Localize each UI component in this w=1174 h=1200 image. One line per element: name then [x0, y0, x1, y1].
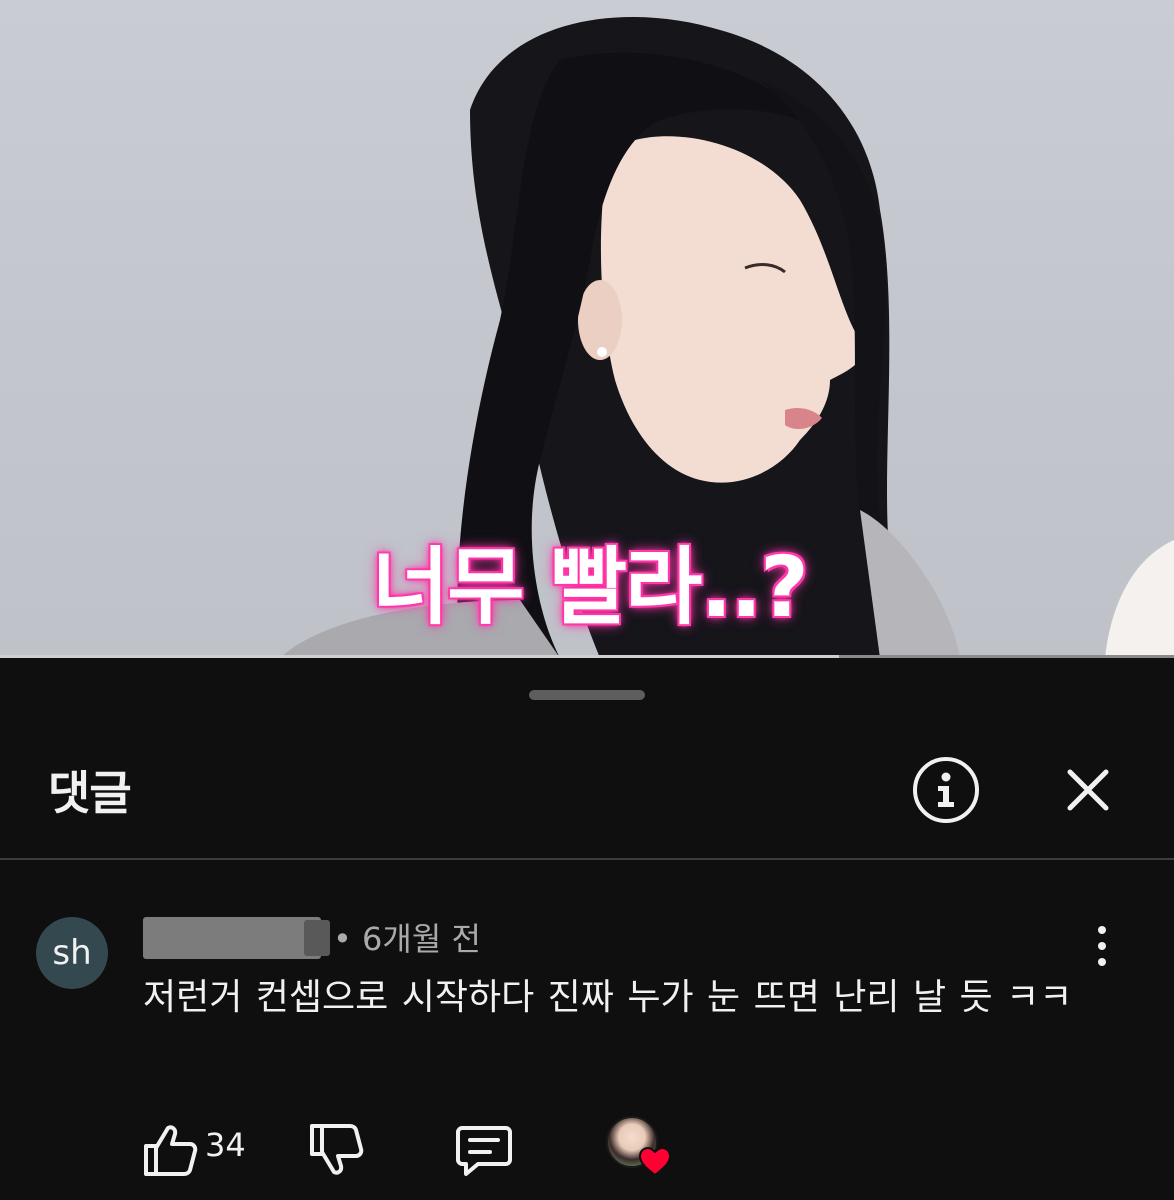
header-divider	[0, 858, 1174, 860]
close-icon[interactable]	[1060, 762, 1116, 818]
comment-text: 저런거 컨셉으로 시작하다 진짜 누가 눈 뜨면 난리 날 듯 ㅋㅋ	[143, 977, 1073, 1018]
video-progress-fill	[0, 655, 840, 658]
reply-icon[interactable]	[454, 1122, 514, 1178]
like-count: 34	[205, 1126, 246, 1164]
video-player[interactable]: 너무 빨라..?	[0, 0, 1174, 658]
comment-author-avatar[interactable]: sh	[36, 917, 108, 989]
video-caption: 너무 빨라..?	[372, 538, 809, 636]
comment-author-name-redacted[interactable]	[143, 917, 321, 959]
comment-author-name-redacted-edge	[304, 920, 330, 956]
heart-icon	[638, 1146, 672, 1177]
comment-timestamp: • 6개월 전	[333, 920, 481, 958]
info-button[interactable]	[913, 757, 979, 823]
drag-handle[interactable]	[529, 690, 645, 700]
comments-title: 댓글	[48, 766, 132, 820]
comments-sheet: 댓글 sh • 6개월 전 저런거 컨셉으로 시작하다 진짜 누가 눈 뜨면 난…	[0, 662, 1174, 1200]
more-vert-icon[interactable]	[1086, 924, 1118, 968]
dislike-icon[interactable]	[306, 1120, 366, 1180]
comment-actions: 34	[0, 1112, 1174, 1182]
creator-heart[interactable]	[606, 1116, 672, 1180]
info-icon	[938, 772, 954, 807]
like-icon[interactable]	[140, 1120, 200, 1180]
video-progress-bar[interactable]	[0, 655, 1174, 658]
